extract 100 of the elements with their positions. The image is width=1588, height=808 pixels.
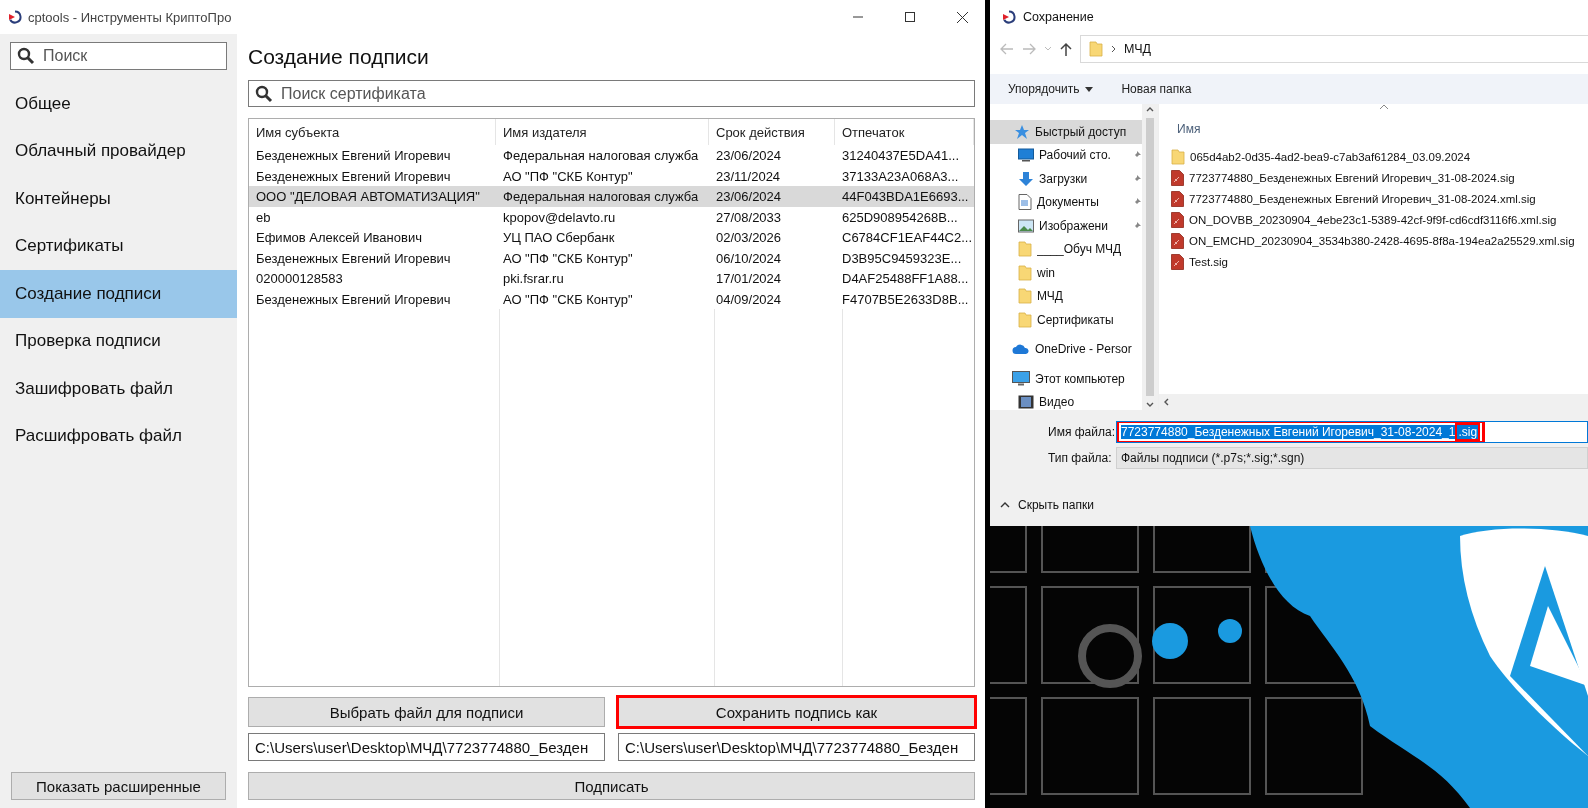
- column-header[interactable]: Срок действия: [709, 119, 835, 145]
- search-icon: [255, 84, 273, 103]
- window-title: cptools - Инструменты КриптоПро: [28, 9, 233, 25]
- dialog-title: Сохранение: [1023, 10, 1094, 24]
- nav-item[interactable]: Видео: [990, 390, 1142, 410]
- table-row[interactable]: eb kpopov@delavto.ru 27/08/2033 625D908954268B...: [249, 206, 974, 227]
- app-logo-icon: [1002, 10, 1016, 24]
- column-header[interactable]: Отпечаток: [835, 119, 974, 145]
- maximize-icon: [905, 12, 915, 22]
- table-cell-text: 37133A23A068A3...: [841, 167, 960, 186]
- scrollbar[interactable]: [1142, 104, 1158, 410]
- sidebar-item[interactable]: Проверка подписи: [0, 317, 237, 365]
- column-header[interactable]: Имя: [1177, 122, 1201, 136]
- folder-icon: [1018, 264, 1032, 281]
- search-field[interactable]: Поиск: [10, 42, 227, 70]
- column-header[interactable]: Имя субъекта: [249, 119, 496, 145]
- file-item[interactable]: 7723774880_Безденежных Евгений Игоревич_31-08-2024.xml.sig: [1171, 188, 1588, 209]
- certificate-search-field[interactable]: Поиск сертификата: [248, 80, 975, 107]
- nav-item[interactable]: Быстрый доступ: [990, 120, 1142, 144]
- table-cell-text: F4707B5E2633D8B...: [841, 290, 970, 309]
- sidebar-item[interactable]: Общее: [0, 80, 237, 128]
- nav-item[interactable]: Рабочий сто.: [990, 143, 1142, 167]
- sidebar-item[interactable]: Облачный провайдер: [0, 127, 237, 175]
- choose-file-button[interactable]: Выбрать файл для подписи: [248, 697, 605, 727]
- table-cell-text: Федеральная налоговая служба: [502, 188, 700, 206]
- image-icon: [1018, 218, 1034, 233]
- monitor-icon: [1018, 148, 1034, 163]
- sidebar-item[interactable]: Расшифровать файл: [0, 412, 237, 460]
- organize-button[interactable]: Упорядочить: [1008, 82, 1094, 96]
- scroll-down-icon[interactable]: [1146, 402, 1154, 408]
- file-type-dropdown[interactable]: Файлы подписи (*.p7s;*.sig;*.sgn): [1116, 447, 1588, 469]
- nav-item[interactable]: ____Обуч МЧД: [990, 237, 1142, 261]
- table-cell-text: kpopov@delavto.ru: [502, 208, 617, 227]
- nav-item[interactable]: win: [990, 261, 1142, 285]
- table-row[interactable]: ООО "ДЕЛОВАЯ АВТОМАТИЗАЦИЯ" Федеральная налоговая служба 23/06/2024 44F043BDA1E6693...: [249, 186, 974, 207]
- folder-icon: [1018, 241, 1032, 258]
- table-row[interactable]: Безденежных Евгений Игоревич АО "ПФ "СКБ Контур" 04/09/2024 F4707B5E2633D8B...: [249, 288, 974, 309]
- new-folder-button[interactable]: Новая папка: [1121, 82, 1192, 96]
- nav-item[interactable]: Этот компьютер: [990, 367, 1142, 391]
- nav-item[interactable]: МЧД: [990, 284, 1142, 308]
- scroll-up-icon[interactable]: [1146, 106, 1154, 112]
- scroll-left-icon[interactable]: [1163, 398, 1169, 406]
- table-cell-text: 02/03/2026: [715, 229, 783, 247]
- nav-item[interactable]: Сертификаты: [990, 308, 1142, 332]
- file-item[interactable]: Test.sig: [1171, 251, 1588, 272]
- table-cell-text: ООО "ДЕЛОВАЯ АВТОМАТИЗАЦИЯ": [255, 188, 481, 206]
- nav-item[interactable]: Загрузки: [990, 167, 1142, 191]
- nav-item[interactable]: OneDrive - Persor: [990, 337, 1142, 361]
- document-icon: [1018, 194, 1032, 211]
- table-cell-text: Безденежных Евгений Игоревич: [255, 147, 452, 165]
- table-cell-text: АО "ПФ "СКБ Контур": [502, 290, 634, 309]
- table-cell-text: Ефимов Алексей Иванович: [255, 229, 423, 247]
- folder-icon: [1089, 41, 1103, 57]
- table-row[interactable]: Безденежных Евгений Игоревич АО "ПФ "СКБ Контур" 06/10/2024 D3B95C9459323E...: [249, 247, 974, 268]
- file-item[interactable]: 7723774880_Безденежных Евгений Игоревич_31-08-2024.sig: [1171, 167, 1588, 188]
- back-arrow-icon[interactable]: [1000, 43, 1014, 55]
- source-path-field[interactable]: C:\Users\user\Desktop\МЧД\7723774880_Безден: [248, 733, 605, 761]
- chevron-down-icon[interactable]: [1044, 46, 1052, 52]
- file-item[interactable]: 065d4ab2-0d35-4ad2-bea9-c7ab3af61284_03.09.2024: [1171, 146, 1588, 167]
- table-cell-text: 23/11/2024: [715, 167, 782, 186]
- table-row[interactable]: 020000128583 pki.fsrar.ru 17/01/2024 D4AF25488FF1A88...: [249, 268, 974, 289]
- table-cell-text: 23/06/2024: [715, 147, 783, 165]
- sidebar-item[interactable]: Контейнеры: [0, 175, 237, 223]
- breadcrumb[interactable]: МЧД: [1124, 42, 1152, 56]
- file-item[interactable]: ON_EMCHD_20230904_3534b380-2428-4695-8f8a-194ea2a25529.xml.sig: [1171, 230, 1588, 251]
- table-cell-text: Безденежных Евгений Игоревич: [255, 167, 452, 186]
- sidebar-item[interactable]: Сертификаты: [0, 222, 237, 270]
- file-item[interactable]: ON_DOVBB_20230904_4ebe23c1-5389-42cf-9f9f-cd6cdf3116f6.xml.sig: [1171, 209, 1588, 230]
- table-cell-text: 31240437E5DA41...: [841, 147, 961, 165]
- save-as-button[interactable]: Сохранить подпись как: [618, 697, 975, 727]
- table-cell-text: АО "ПФ "СКБ Контур": [502, 167, 634, 186]
- folder-icon: [1171, 148, 1185, 165]
- nav-item[interactable]: Документы: [990, 190, 1142, 214]
- table-cell-text: Федеральная налоговая служба: [502, 147, 700, 165]
- table-cell-text: Безденежных Евгений Игоревич: [255, 290, 452, 309]
- signature-file-icon: [1171, 232, 1184, 249]
- chevron-right-icon: [1111, 45, 1116, 53]
- table-cell-text: 625D908954268B...: [841, 208, 959, 227]
- table-row[interactable]: Безденежных Евгений Игоревич Федеральная налоговая служба 23/06/2024 31240437E5DA41...: [249, 145, 974, 166]
- nav-item[interactable]: Изображени: [990, 214, 1142, 238]
- table-cell-text: УЦ ПАО Сбербанк: [502, 229, 616, 247]
- target-path-field[interactable]: C:\Users\user\Desktop\МЧД\7723774880_Безден: [618, 733, 975, 761]
- file-name-field[interactable]: 7723774880_Безденежных Евгений Игоревич_31-08-2024_1 .sig: [1116, 421, 1588, 443]
- signature-file-icon: [1171, 190, 1184, 207]
- sign-button[interactable]: Подписать: [248, 772, 975, 800]
- table-cell-text: Безденежных Евгений Игоревич: [255, 249, 452, 268]
- folder-icon: [1018, 288, 1032, 305]
- hide-folders-button[interactable]: Скрыть папки: [1000, 498, 1094, 512]
- sidebar-item[interactable]: Создание подписи: [0, 270, 237, 318]
- table-cell-text: 23/06/2024: [715, 188, 783, 206]
- table-cell-text: 04/09/2024: [715, 290, 783, 309]
- sidebar-item[interactable]: Зашифровать файл: [0, 365, 237, 413]
- forward-arrow-icon[interactable]: [1022, 43, 1036, 55]
- computer-icon: [1012, 371, 1030, 387]
- column-header[interactable]: Имя издателя: [496, 119, 709, 145]
- table-row[interactable]: Безденежных Евгений Игоревич АО "ПФ "СКБ Контур" 23/11/2024 37133A23A068A3...: [249, 165, 974, 186]
- table-row[interactable]: Ефимов Алексей Иванович УЦ ПАО Сбербанк 02/03/2026 C6784CF1EAF44C2...: [249, 227, 974, 248]
- show-advanced-button[interactable]: Показать расширенные: [11, 772, 226, 800]
- up-arrow-icon[interactable]: [1060, 42, 1072, 56]
- address-bar[interactable]: МЧД: [1080, 35, 1588, 63]
